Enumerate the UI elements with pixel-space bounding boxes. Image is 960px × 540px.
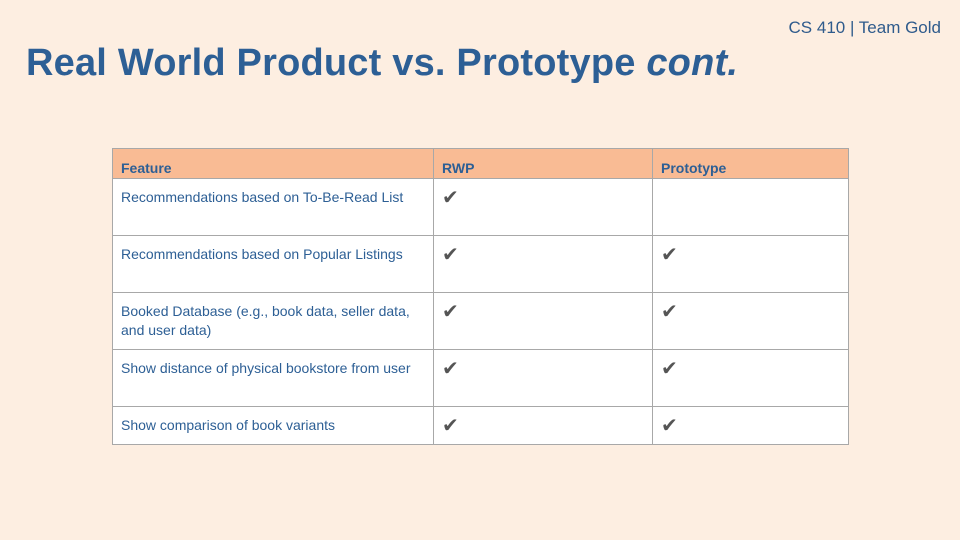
prototype-cell: ✔: [652, 292, 849, 350]
feature-cell: Recommendations based on Popular Listing…: [112, 235, 434, 293]
table-body: Recommendations based on To-Be-Read List…: [112, 178, 849, 445]
table-row: Show distance of physical bookstore from…: [112, 349, 849, 407]
feature-cell: Booked Database (e.g., book data, seller…: [112, 292, 434, 350]
checkmark-icon: ✔: [661, 242, 678, 266]
slide: CS 410 | Team Gold Real World Product vs…: [0, 0, 960, 540]
title-main: Real World Product vs. Prototype: [26, 42, 647, 84]
column-header-prototype: Prototype: [652, 148, 849, 179]
rwp-cell: ✔: [433, 235, 653, 293]
table-row: Recommendations based on To-Be-Read List…: [112, 178, 849, 236]
table-row: Booked Database (e.g., book data, seller…: [112, 292, 849, 350]
slide-title: Real World Product vs. Prototype cont.: [26, 42, 738, 85]
rwp-cell: ✔: [433, 406, 653, 445]
column-header-feature: Feature: [112, 148, 434, 179]
feature-cell: Show distance of physical bookstore from…: [112, 349, 434, 407]
title-italic: cont.: [646, 42, 739, 84]
feature-cell: Recommendations based on To-Be-Read List: [112, 178, 434, 236]
prototype-cell: ✔: [652, 349, 849, 407]
checkmark-icon: ✔: [442, 356, 459, 380]
table-header-row: Feature RWP Prototype: [112, 148, 849, 179]
checkmark-icon: ✔: [442, 242, 459, 266]
rwp-cell: ✔: [433, 292, 653, 350]
rwp-cell: ✔: [433, 349, 653, 407]
checkmark-icon: ✔: [661, 299, 678, 323]
course-label: CS 410 | Team Gold: [788, 18, 941, 37]
rwp-cell: ✔: [433, 178, 653, 236]
prototype-cell: ✔: [652, 406, 849, 445]
table-row: Recommendations based on Popular Listing…: [112, 235, 849, 293]
prototype-cell: ✔: [652, 235, 849, 293]
feature-comparison-table: Feature RWP Prototype Recommendations ba…: [112, 148, 849, 445]
prototype-cell: [652, 178, 849, 236]
checkmark-icon: ✔: [442, 185, 459, 209]
table-row: Show comparison of book variants ✔ ✔: [112, 406, 849, 445]
feature-cell: Show comparison of book variants: [112, 406, 434, 445]
checkmark-icon: ✔: [442, 413, 459, 437]
checkmark-icon: ✔: [661, 413, 678, 437]
checkmark-icon: ✔: [442, 299, 459, 323]
checkmark-icon: ✔: [661, 356, 678, 380]
column-header-rwp: RWP: [433, 148, 653, 179]
